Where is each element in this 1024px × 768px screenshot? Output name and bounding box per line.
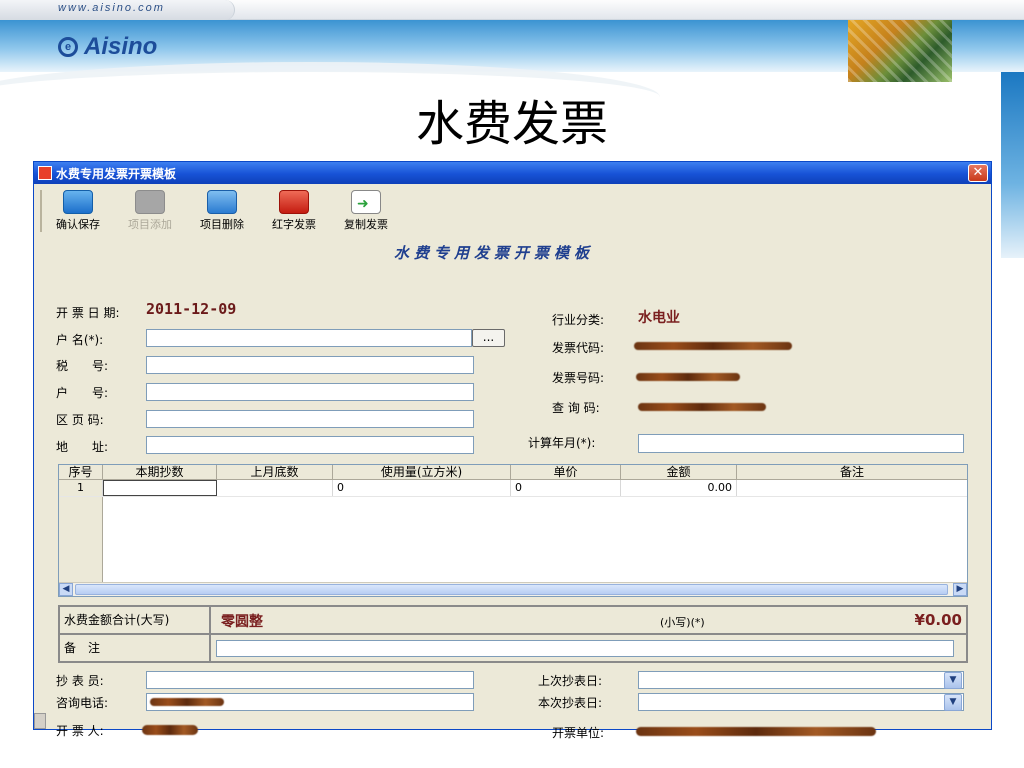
redacted-issuer xyxy=(142,725,198,735)
col-no[interactable]: 序号 xyxy=(59,465,103,479)
grid-header: 序号 本期抄数 上月底数 使用量(立方米) 单价 金额 备注 xyxy=(59,465,967,480)
issue-date-value: 2011-12-09 xyxy=(146,300,237,318)
save-button[interactable]: 确认保存 xyxy=(42,190,114,232)
invoice-template-window: 水费专用发票开票模板 ✕ 确认保存 项目添加 项目删除 红字发票 复制发票 水费… xyxy=(33,161,992,740)
table-row[interactable]: 1 0 0 0.00 xyxy=(59,480,967,497)
copy-invoice-icon xyxy=(351,190,381,214)
copy-invoice-label: 复制发票 xyxy=(344,218,388,231)
cell-amount[interactable]: 0.00 xyxy=(621,480,737,496)
account-no-label: 户 号: xyxy=(56,386,109,400)
account-name-label: 户 名(*): xyxy=(56,333,104,347)
last-read-date-label: 上次抄表日: xyxy=(538,674,603,688)
chevron-down-icon[interactable]: ▼ xyxy=(944,694,962,711)
window-titlebar[interactable]: 水费专用发票开票模板 xyxy=(34,162,991,184)
industry-value: 水电业 xyxy=(638,310,680,326)
add-item-button[interactable]: 项目添加 xyxy=(114,190,186,232)
horizontal-scrollbar[interactable]: ◀ ▶ xyxy=(59,582,967,596)
cell-usage[interactable]: 0 xyxy=(333,480,511,496)
red-invoice-label: 红字发票 xyxy=(272,218,316,231)
col-price[interactable]: 单价 xyxy=(511,465,621,479)
delete-item-button[interactable]: 项目删除 xyxy=(186,190,258,232)
col-amount[interactable]: 金额 xyxy=(621,465,737,479)
address-field[interactable] xyxy=(146,436,474,454)
query-code-label: 查 询 码: xyxy=(552,401,600,415)
tax-no-field[interactable] xyxy=(146,356,474,374)
invoice-code-label: 发票代码: xyxy=(552,341,605,355)
col-remark[interactable]: 备注 xyxy=(737,465,967,479)
page-code-field[interactable] xyxy=(146,410,474,428)
cell-no: 1 xyxy=(59,480,103,496)
industry-label: 行业分类: xyxy=(552,313,605,327)
issue-date-label: 开 票 日 期: xyxy=(56,306,120,320)
hotline-label: 咨询电话: xyxy=(56,696,109,710)
website-url: www.aisino.com xyxy=(58,2,165,14)
url-tab: www.aisino.com xyxy=(0,0,235,20)
this-read-date-select[interactable] xyxy=(638,693,964,711)
slide-title: 水费发票 xyxy=(415,96,608,152)
redacted-issuer-unit xyxy=(636,727,876,736)
cell-current-reading[interactable] xyxy=(103,480,217,496)
browse-button[interactable]: ... xyxy=(472,329,505,347)
cell-previous-reading[interactable] xyxy=(217,480,333,496)
tax-no-label: 税 号: xyxy=(56,359,109,373)
logo-mark-icon: e xyxy=(58,37,78,57)
amount-small-value: ¥0.00 xyxy=(914,611,962,629)
aisino-logo: e Aisino xyxy=(58,33,157,61)
account-name-field[interactable] xyxy=(146,329,472,347)
redacted-hotline xyxy=(150,698,224,706)
red-invoice-icon xyxy=(279,190,309,214)
scroll-right-icon[interactable]: ▶ xyxy=(953,583,967,596)
toolbar: 确认保存 项目添加 项目删除 红字发票 复制发票 xyxy=(40,190,402,232)
totals-panel: 水费金额合计(大写) 零圆整 (小写)(*) ¥0.00 备 注 xyxy=(58,605,968,663)
red-invoice-button[interactable]: 红字发票 xyxy=(258,190,330,232)
copy-invoice-button[interactable]: 复制发票 xyxy=(330,190,402,232)
scroll-left-icon[interactable]: ◀ xyxy=(59,583,73,596)
amount-caps-label: 水费金额合计(大写) xyxy=(60,607,211,633)
issuer-label: 开 票 人: xyxy=(56,724,104,738)
window-title: 水费专用发票开票模板 xyxy=(56,166,177,181)
page-code-label: 区 页 码: xyxy=(56,413,104,427)
logo-text: Aisino xyxy=(84,33,158,60)
cell-price[interactable]: 0 xyxy=(511,480,621,496)
form-title: 水费专用发票开票模板 xyxy=(394,244,595,262)
redacted-invoice-code xyxy=(634,342,792,350)
save-icon xyxy=(63,190,93,214)
amount-small-label: (小写)(*) xyxy=(660,616,705,629)
this-read-date-label: 本次抄表日: xyxy=(538,696,603,710)
slide-corner-icon xyxy=(34,713,46,729)
amount-caps-value: 零圆整 xyxy=(221,614,263,630)
billing-month-label: 计算年月(*): xyxy=(528,436,596,450)
redacted-invoice-number xyxy=(636,373,740,381)
window-body: 确认保存 项目添加 项目删除 红字发票 复制发票 水费专用发票开票模板 开 票 … xyxy=(34,184,991,740)
header-photo xyxy=(848,20,952,82)
delete-item-label: 项目删除 xyxy=(200,218,244,231)
account-no-field[interactable] xyxy=(146,383,474,401)
add-item-label: 项目添加 xyxy=(128,218,172,231)
address-label: 地 址: xyxy=(56,440,109,454)
meter-reader-field[interactable] xyxy=(146,671,474,689)
col-current-reading[interactable]: 本期抄数 xyxy=(103,465,217,479)
cell-remark[interactable] xyxy=(737,480,967,496)
slide: www.aisino.com e Aisino 水费发票 水费专用发票开票模板 ✕… xyxy=(0,0,1024,768)
scroll-thumb[interactable] xyxy=(75,584,948,595)
issuer-unit-label: 开票单位: xyxy=(552,726,605,740)
window-app-icon xyxy=(38,166,52,180)
remarks-field[interactable] xyxy=(216,640,954,657)
col-usage[interactable]: 使用量(立方米) xyxy=(333,465,511,479)
save-label: 确认保存 xyxy=(56,218,100,231)
col-previous-reading[interactable]: 上月底数 xyxy=(217,465,333,479)
redacted-query-code xyxy=(638,403,766,411)
last-read-date-select[interactable] xyxy=(638,671,964,689)
remarks-row: 备 注 xyxy=(60,635,966,661)
items-grid: 序号 本期抄数 上月底数 使用量(立方米) 单价 金额 备注 1 0 0 0.0… xyxy=(58,464,968,597)
meter-reader-label: 抄 表 员: xyxy=(56,674,104,688)
billing-month-field[interactable] xyxy=(638,434,964,453)
add-item-icon xyxy=(135,190,165,214)
totals-row: 水费金额合计(大写) 零圆整 (小写)(*) ¥0.00 xyxy=(60,607,966,635)
delete-item-icon xyxy=(207,190,237,214)
invoice-number-label: 发票号码: xyxy=(552,371,605,385)
remarks-label: 备 注 xyxy=(60,635,211,661)
close-icon[interactable]: ✕ xyxy=(968,164,988,182)
chevron-down-icon[interactable]: ▼ xyxy=(944,672,962,689)
